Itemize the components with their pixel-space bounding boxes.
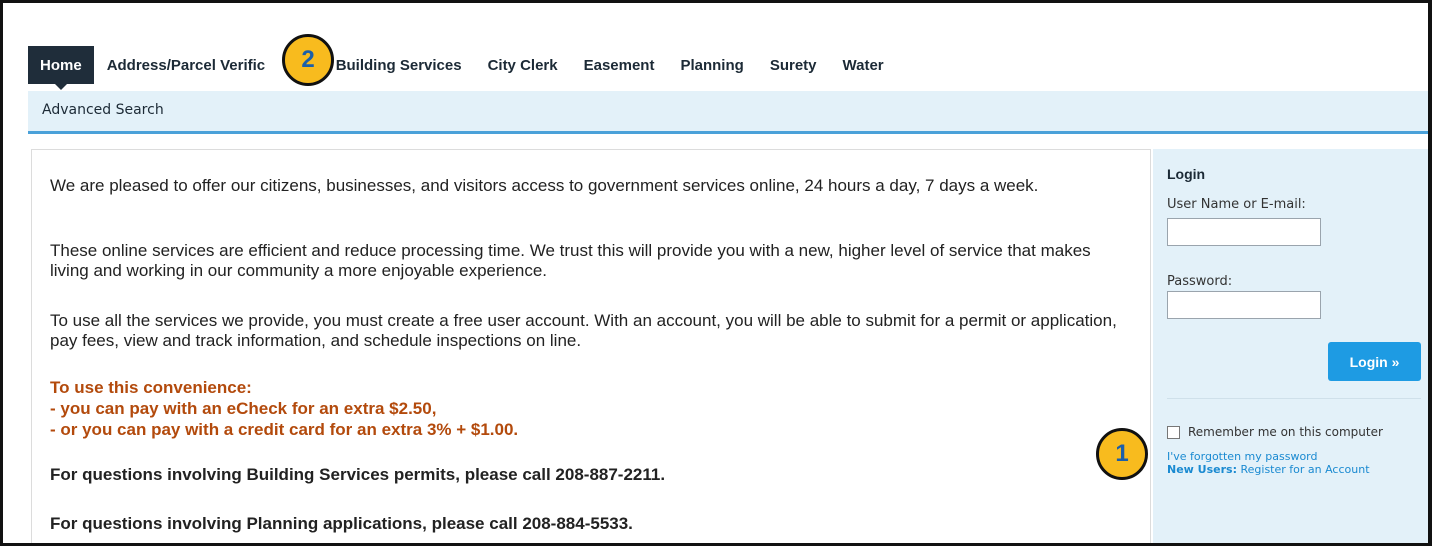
welcome-paragraph: We are pleased to offer our citizens, bu… <box>50 176 1039 195</box>
fee-credit-card: - or you can pay with a credit card for … <box>50 420 519 439</box>
register-link[interactable]: Register for an Account <box>1240 463 1369 476</box>
tab-home[interactable]: Home <box>28 46 94 90</box>
welcome-panel: We are pleased to offer our citizens, bu… <box>31 149 1151 543</box>
remember-me-checkbox[interactable] <box>1167 426 1180 439</box>
login-button[interactable]: Login » <box>1328 342 1421 381</box>
tab-building-services[interactable]: Building Services <box>323 46 475 84</box>
fee-echeck: - you can pay with an eCheck for an extr… <box>50 399 437 418</box>
planning-contact: For questions involving Planning applica… <box>50 514 633 533</box>
annotation-badge-2: 2 <box>282 34 334 86</box>
tab-surety[interactable]: Surety <box>757 46 830 84</box>
new-users-prefix: New Users: <box>1167 463 1237 476</box>
username-label: User Name or E-mail: <box>1167 197 1306 212</box>
account-paragraph: To use all the services we provide, you … <box>50 311 1117 350</box>
password-input[interactable] <box>1167 291 1321 319</box>
tab-address-parcel-verification[interactable]: Address/Parcel Verification <box>94 46 265 84</box>
subnav-advanced-search[interactable]: Advanced Search <box>42 102 164 118</box>
username-input[interactable] <box>1167 218 1321 246</box>
forgot-password-link[interactable]: I've forgotten my password <box>1167 450 1318 463</box>
sub-navigation: Advanced Search <box>28 91 1428 134</box>
login-sidebar: Login User Name or E-mail: Password: Log… <box>1153 149 1428 543</box>
login-title: Login <box>1167 166 1206 182</box>
efficiency-paragraph: These online services are efficient and … <box>50 241 1091 280</box>
annotation-badge-1: 1 <box>1096 428 1148 480</box>
login-divider <box>1167 398 1421 399</box>
top-navigation: Home Address/Parcel Verification Buildin… <box>28 46 1428 90</box>
password-label: Password: <box>1167 274 1233 289</box>
tab-water[interactable]: Water <box>830 46 897 84</box>
building-contact: For questions involving Building Service… <box>50 465 666 484</box>
tab-city-clerk[interactable]: City Clerk <box>475 46 571 84</box>
fee-title: To use this convenience: <box>50 378 252 397</box>
remember-me-label: Remember me on this computer <box>1188 425 1383 439</box>
tab-easement[interactable]: Easement <box>571 46 668 84</box>
tab-planning[interactable]: Planning <box>667 46 756 84</box>
new-users-row: New Users: Register for an Account <box>1167 463 1370 476</box>
app-frame: Home Address/Parcel Verification Buildin… <box>0 0 1432 546</box>
